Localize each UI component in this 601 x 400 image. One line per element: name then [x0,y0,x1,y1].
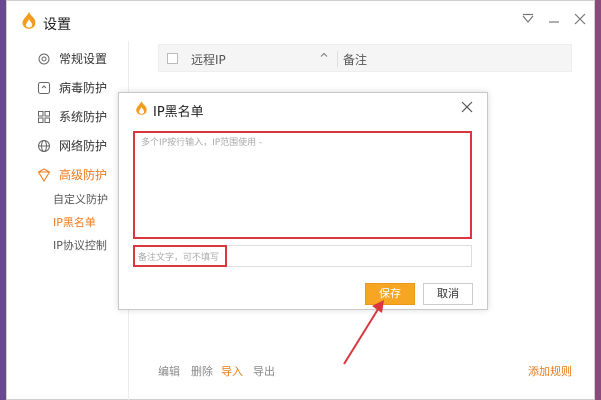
dropdown-icon[interactable] [520,13,536,29]
app-logo-icon [136,101,147,115]
title-bar: 设置 [7,1,594,41]
sidebar-item-general[interactable]: 常规设置 [37,49,107,69]
column-divider [337,51,338,67]
sidebar-item-system[interactable]: 系统防护 [37,107,107,127]
system-grid-icon [38,111,50,123]
sidebar-item-label: 常规设置 [59,52,108,66]
edit-button[interactable]: 编辑 [158,363,180,379]
note-placeholder: 备注文字，可不填写 [138,253,220,263]
virus-shield-icon [38,82,50,94]
app-logo-icon [22,12,36,29]
select-all-checkbox[interactable] [167,53,178,64]
globe-icon [38,140,50,152]
delete-button[interactable]: 删除 [191,363,213,379]
window-title: 设置 [43,17,71,33]
sidebar-item-network[interactable]: 网络防护 [37,136,107,156]
import-button[interactable]: 导入 [221,363,243,379]
sidebar-item-label: 系统防护 [59,110,108,124]
close-icon[interactable] [572,13,588,29]
sidebar-item-advanced[interactable]: 高级防护 [37,165,107,185]
annotation-arrow-icon [343,300,384,365]
ip-blacklist-dialog: IP黑名单 多个IP按行输入，IP范围使用 - 备注文字，可不填写 保存 取消 [118,92,488,310]
sidebar-item-virus[interactable]: 病毒防护 [37,78,107,98]
sidebar-item-label: 病毒防护 [59,81,108,95]
add-rule-button[interactable]: 添加规则 [528,363,572,379]
column-remote-ip[interactable]: 远程IP [191,51,226,68]
sidebar-subitem-custom[interactable]: 自定义防护 [53,192,108,208]
ip-list-placeholder: 多个IP按行输入，IP范围使用 - [141,138,263,148]
sidebar-subitem-ip-blacklist[interactable]: IP黑名单 [53,215,96,231]
gear-icon [38,53,50,65]
dialog-title: IP黑名单 [153,105,204,120]
export-button[interactable]: 导出 [253,363,275,379]
column-note: 备注 [343,53,368,67]
minimize-icon[interactable] [546,13,562,29]
sort-up-icon[interactable] [319,50,329,63]
table-header: 远程IP 备注 [158,44,572,72]
cancel-button[interactable]: 取消 [423,283,473,305]
advanced-shield-icon [37,168,51,182]
sidebar-subitem-ip-protocol[interactable]: IP协议控制 [53,238,107,254]
sidebar-item-label: 高级防护 [59,168,108,182]
dialog-close-icon[interactable] [461,99,473,117]
sidebar: 常规设置 病毒防护 系统防护 网络防护 高级防护 自定义防护 IP黑名单 IP协… [7,41,129,400]
sidebar-item-label: 网络防护 [59,139,108,153]
